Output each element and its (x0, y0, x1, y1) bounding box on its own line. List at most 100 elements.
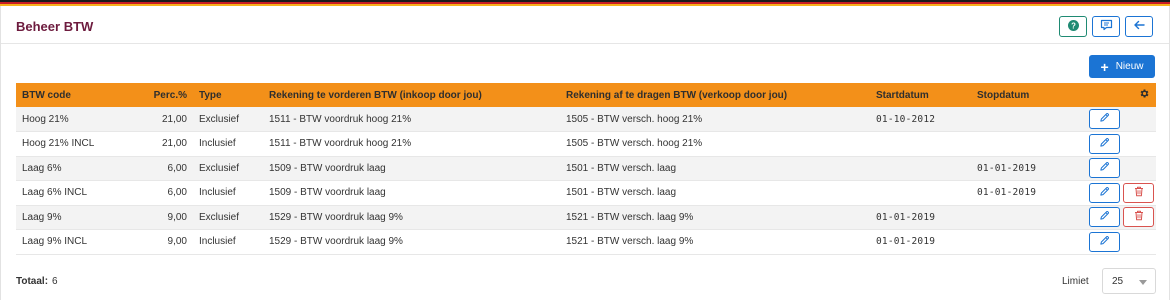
cell-actions (1086, 131, 1156, 157)
cell-startdatum: 01-01-2019 (870, 229, 971, 255)
cell-type: Inclusief (193, 180, 263, 206)
cell-actions (1086, 205, 1156, 230)
cell-type: Exclusief (193, 205, 263, 230)
cell-btw-code: Hoog 21% INCL (16, 131, 111, 157)
cell-btw-code: Hoog 21% (16, 107, 111, 132)
page-title: Beheer BTW (16, 19, 94, 34)
card-header: Beheer BTW ? (1, 6, 1169, 44)
delete-button[interactable] (1123, 207, 1154, 228)
new-button[interactable]: + Nieuw (1089, 55, 1155, 78)
chevron-down-icon (1139, 280, 1147, 285)
table-row[interactable]: Laag 6% INCL 6,00 Inclusief 1509 - BTW voor… (16, 180, 1156, 206)
cell-verkoop-account: 1501 - BTW versch. laag (560, 180, 870, 206)
cell-actions (1086, 107, 1156, 132)
cell-verkoop-account: 1505 - BTW versch. hoog 21% (560, 107, 870, 132)
new-button-label: Nieuw (1115, 61, 1144, 72)
pencil-icon (1099, 186, 1110, 200)
cell-actions (1086, 229, 1156, 255)
cell-btw-code: Laag 9% (16, 205, 111, 230)
limit-select[interactable]: 25 (1102, 268, 1156, 294)
cell-percentage: 6,00 (111, 180, 193, 206)
column-settings[interactable] (1086, 83, 1156, 107)
trash-icon (1134, 210, 1144, 224)
trash-icon (1134, 186, 1144, 200)
comment-button[interactable] (1092, 16, 1120, 37)
plus-icon: + (1100, 58, 1109, 75)
table-row[interactable]: Laag 9% 9,00 Exclusief 1529 - BTW voordruk … (16, 205, 1156, 230)
btw-table: BTW code Perc.% Type Rekening te vordere… (16, 83, 1156, 255)
svg-text:?: ? (1071, 21, 1076, 30)
cell-startdatum: 01-01-2019 (870, 205, 971, 230)
pencil-icon (1099, 161, 1110, 175)
col-header-inkoop[interactable]: Rekening te vorderen BTW (inkoop door jo… (263, 83, 560, 107)
pencil-icon (1099, 137, 1110, 151)
cell-inkoop-account: 1509 - BTW voordruk laag (263, 156, 560, 181)
cell-type: Exclusief (193, 107, 263, 132)
table-body: Hoog 21% 21,00 Exclusief 1511 - BTW voordru… (16, 107, 1156, 255)
col-header-btw-code[interactable]: BTW code (16, 83, 111, 107)
table-row[interactable]: Hoog 21% INCL 21,00 Inclusief 1511 - BTW vo… (16, 131, 1156, 157)
total-value: 6 (52, 276, 58, 287)
col-header-stopdatum[interactable]: Stopdatum (971, 83, 1086, 107)
cell-startdatum (870, 131, 971, 157)
cell-startdatum: 01-10-2012 (870, 107, 971, 132)
total-count: Totaal: 6 (16, 276, 58, 287)
edit-button[interactable] (1089, 207, 1120, 228)
help-icon: ? (1067, 19, 1079, 34)
cell-inkoop-account: 1511 - BTW voordruk hoog 21% (263, 107, 560, 132)
cell-startdatum (870, 156, 971, 181)
edit-button[interactable] (1089, 133, 1120, 154)
cell-inkoop-account: 1511 - BTW voordruk hoog 21% (263, 131, 560, 157)
total-label: Totaal: (16, 276, 49, 287)
cell-percentage: 9,00 (111, 205, 193, 230)
edit-button[interactable] (1089, 231, 1120, 252)
cell-startdatum (870, 180, 971, 206)
cell-stopdatum: 01-01-2019 (971, 156, 1086, 181)
edit-button[interactable] (1089, 109, 1120, 129)
cell-stopdatum (971, 205, 1086, 230)
table-row[interactable]: Laag 6% 6,00 Exclusief 1509 - BTW voordruk … (16, 156, 1156, 181)
cell-verkoop-account: 1505 - BTW versch. hoog 21% (560, 131, 870, 157)
cell-stopdatum: 01-01-2019 (971, 180, 1086, 206)
limit-label: Limiet (1062, 276, 1089, 287)
btw-card: Beheer BTW ? + Nieuw BTW code Perc.% Typ… (0, 6, 1170, 300)
col-header-verkoop[interactable]: Rekening af te dragen BTW (verkoop door … (560, 83, 870, 107)
comment-icon (1100, 19, 1113, 34)
cell-stopdatum (971, 107, 1086, 132)
cell-verkoop-account: 1521 - BTW versch. laag 9% (560, 229, 870, 255)
cell-stopdatum (971, 229, 1086, 255)
cell-btw-code: Laag 9% INCL (16, 229, 111, 255)
cell-stopdatum (971, 131, 1086, 157)
cell-percentage: 9,00 (111, 229, 193, 255)
cell-btw-code: Laag 6% INCL (16, 180, 111, 206)
cell-type: Exclusief (193, 156, 263, 181)
cell-type: Inclusief (193, 229, 263, 255)
edit-button[interactable] (1089, 158, 1120, 179)
arrow-left-icon (1133, 20, 1145, 33)
cell-inkoop-account: 1509 - BTW voordruk laag (263, 180, 560, 206)
cell-percentage: 21,00 (111, 107, 193, 132)
cell-inkoop-account: 1529 - BTW voordruk laag 9% (263, 205, 560, 230)
col-header-startdatum[interactable]: Startdatum (870, 83, 971, 107)
edit-button[interactable] (1089, 182, 1120, 203)
cell-verkoop-account: 1521 - BTW versch. laag 9% (560, 205, 870, 230)
cell-percentage: 6,00 (111, 156, 193, 181)
pencil-icon (1099, 112, 1110, 126)
cell-actions (1086, 156, 1156, 181)
table-header-row: BTW code Perc.% Type Rekening te vordere… (16, 83, 1156, 107)
col-header-type[interactable]: Type (193, 83, 263, 107)
table-row[interactable]: Laag 9% INCL 9,00 Inclusief 1529 - BTW voor… (16, 229, 1156, 255)
cell-inkoop-account: 1529 - BTW voordruk laag 9% (263, 229, 560, 255)
pencil-icon (1099, 235, 1110, 249)
col-header-percentage[interactable]: Perc.% (111, 83, 193, 107)
cell-actions (1086, 180, 1156, 206)
cell-type: Inclusief (193, 131, 263, 157)
table-row[interactable]: Hoog 21% 21,00 Exclusief 1511 - BTW voordru… (16, 107, 1156, 132)
cell-verkoop-account: 1501 - BTW versch. laag (560, 156, 870, 181)
delete-button[interactable] (1123, 182, 1154, 203)
back-button[interactable] (1125, 16, 1153, 37)
cell-percentage: 21,00 (111, 131, 193, 157)
cell-btw-code: Laag 6% (16, 156, 111, 181)
gear-icon (1139, 89, 1150, 102)
help-button[interactable]: ? (1059, 16, 1087, 37)
